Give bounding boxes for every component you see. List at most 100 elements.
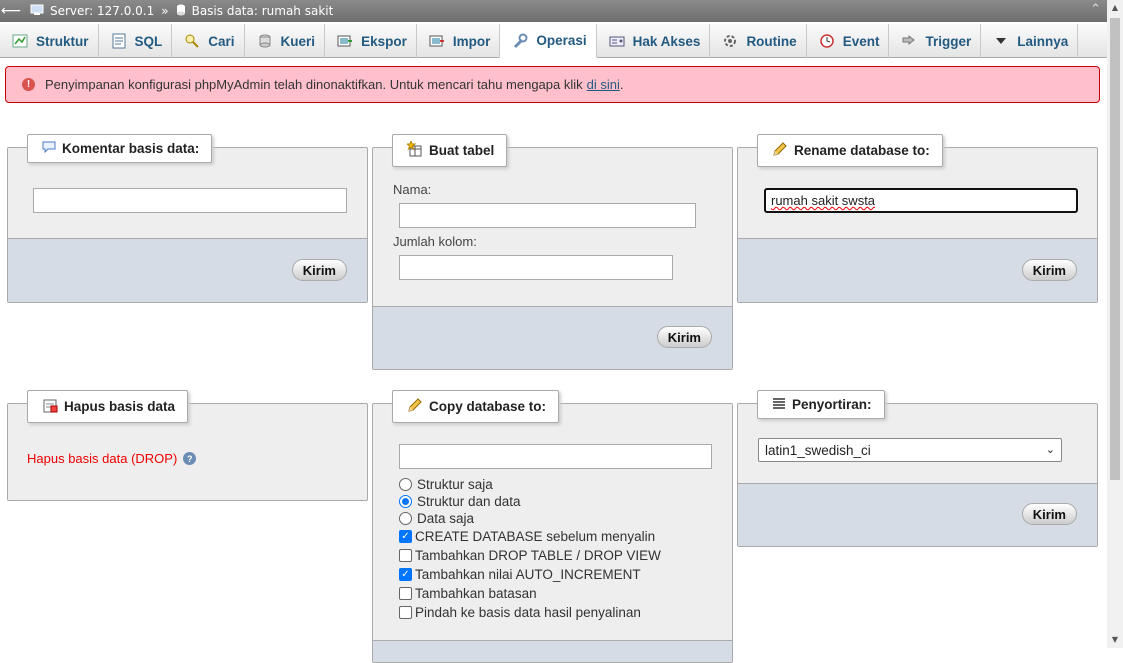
comment-icon [42,141,56,156]
trigger-icon [901,33,917,49]
radio-data-only[interactable]: Data saja [399,511,474,526]
comment-panel: Komentar basis data: Kirim [7,134,368,303]
breadcrumb-server[interactable]: Server: 127.0.0.1 [50,4,154,18]
help-icon[interactable]: ? [183,452,197,465]
check-drop-table[interactable]: Tambahkan DROP TABLE / DROP VIEW [399,548,661,563]
tab-label: Operasi [536,33,587,48]
tab-import[interactable]: Impor [417,24,501,58]
tab-label: Kueri [280,33,316,49]
rename-panel-title: Rename database to: [757,134,943,167]
search-icon [184,33,200,49]
collation-panel: Penyortiran: latin1_swedish_ci ⌄ Kirim [737,390,1098,547]
checkbox-label: Tambahkan batasan [415,586,537,601]
tab-sql[interactable]: SQL [99,24,173,58]
checkbox-label: Tambahkan DROP TABLE / DROP VIEW [415,548,661,563]
tab-label: Routine [746,33,797,49]
collapse-icon[interactable]: ⌃ [1090,2,1101,17]
scrollbar-thumb[interactable] [1110,18,1120,480]
notice-link[interactable]: di sini [587,77,620,92]
collation-submit-button[interactable]: Kirim [1021,503,1077,525]
tab-privileges[interactable]: Hak Akses [597,24,711,58]
radio-label: Struktur dan data [417,494,521,509]
breadcrumb: Server: 127.0.0.1 » Basis data: rumah sa… [22,4,333,19]
rename-panel-footer: Kirim [738,238,1097,302]
comment-panel-title: Komentar basis data: [27,134,213,163]
delete-database-icon [42,397,58,416]
tab-label: Struktur [36,33,89,49]
create-table-title-text: Buat tabel [429,143,495,158]
back-arrow-icon[interactable]: ⟵ [0,0,22,22]
comment-input[interactable] [33,188,347,213]
radio-label: Data saja [417,511,475,526]
check-switch-to-copy[interactable]: Pindah ke basis data hasil penyalinan [399,605,641,620]
breadcrumb-database[interactable]: Basis data: rumah sakit [192,4,334,18]
error-icon: ! [22,78,35,91]
checkbox-label: Tambahkan nilai AUTO_INCREMENT [415,567,641,582]
tab-routines[interactable]: Routine [710,24,807,58]
check-constraints[interactable]: Tambahkan batasan [399,586,537,601]
checkbox-label: Pindah ke basis data hasil penyalinan [415,605,641,620]
comment-panel-footer: Kirim [8,238,367,302]
new-table-icon [405,139,423,160]
tab-label: Ekspor [361,33,407,49]
radio-button-selected[interactable] [399,495,412,508]
radio-label: Struktur saja [417,477,493,492]
tab-label: Trigger [925,33,972,49]
table-name-label: Nama: [393,182,432,197]
tab-label: Hak Akses [632,33,701,49]
radio-structure-only[interactable]: Struktur saja [399,477,493,492]
import-icon [429,33,445,49]
radio-structure-and-data[interactable]: Struktur dan data [399,494,521,509]
notice-text: Penyimpanan konfigurasi phpMyAdmin telah… [45,77,583,92]
checkbox-checked[interactable]: ✓ [399,530,412,543]
tab-label: SQL [134,33,163,49]
rename-database-input[interactable]: rumah sakit swsta [764,188,1078,213]
rename-submit-button[interactable]: Kirim [1021,259,1077,281]
checkbox[interactable] [399,587,412,600]
structure-icon [12,33,28,49]
checkbox-label: CREATE DATABASE sebelum menyalin [415,529,656,544]
tab-triggers[interactable]: Trigger [889,24,982,58]
tab-export[interactable]: Ekspor [325,24,417,58]
config-storage-notice: ! Penyimpanan konfigurasi phpMyAdmin tel… [5,66,1100,103]
collation-select[interactable]: latin1_swedish_ci ⌄ [758,438,1062,462]
check-auto-increment[interactable]: ✓ Tambahkan nilai AUTO_INCREMENT [399,567,641,582]
comment-submit-button[interactable]: Kirim [291,259,347,281]
tab-operations[interactable]: Operasi [500,24,597,58]
drop-database-link[interactable]: Hapus basis data (DROP) ? [27,451,197,466]
tab-events[interactable]: Event [807,24,890,58]
scroll-down-arrow-icon[interactable]: ▼ [1110,635,1120,645]
column-count-input[interactable] [399,255,673,280]
tab-label: Lainnya [1017,33,1069,49]
radio-button[interactable] [399,478,412,491]
drop-panel-title: Hapus basis data [27,390,189,423]
tab-bar: Struktur SQL Cari Kueri Ekspor Impor Ope… [0,24,1107,58]
breadcrumb-bar: ⟵ Server: 127.0.0.1 » Basis data: rumah … [0,0,1107,22]
copy-title-text: Copy database to: [429,399,547,414]
tab-search[interactable]: Cari [172,24,245,58]
routine-icon [722,33,738,49]
tab-label: Impor [452,33,491,49]
check-create-database[interactable]: ✓ CREATE DATABASE sebelum menyalin [399,529,655,544]
copy-database-input[interactable] [399,444,712,469]
checkbox[interactable] [399,606,412,619]
vertical-scrollbar[interactable]: ▲ ▼ [1107,0,1123,648]
create-table-submit-button[interactable]: Kirim [656,326,712,348]
checkbox-checked[interactable]: ✓ [399,568,412,581]
tab-more[interactable]: Lainnya [981,24,1079,58]
tab-query[interactable]: Kueri [245,24,326,58]
scroll-up-arrow-icon[interactable]: ▲ [1110,3,1120,13]
create-table-panel-title: Buat tabel [392,134,508,167]
comment-title-text: Komentar basis data: [62,141,200,156]
database-icon [176,4,186,19]
radio-button[interactable] [399,512,412,525]
table-name-input[interactable] [399,203,696,228]
chevron-down-icon [993,33,1009,49]
drop-title-text: Hapus basis data [64,399,176,414]
chevron-down-icon: ⌄ [1045,444,1055,456]
copy-panel-footer [373,640,732,662]
tab-structure[interactable]: Struktur [0,24,99,58]
clock-icon [819,33,835,49]
pencil-icon [772,141,788,160]
checkbox[interactable] [399,549,412,562]
